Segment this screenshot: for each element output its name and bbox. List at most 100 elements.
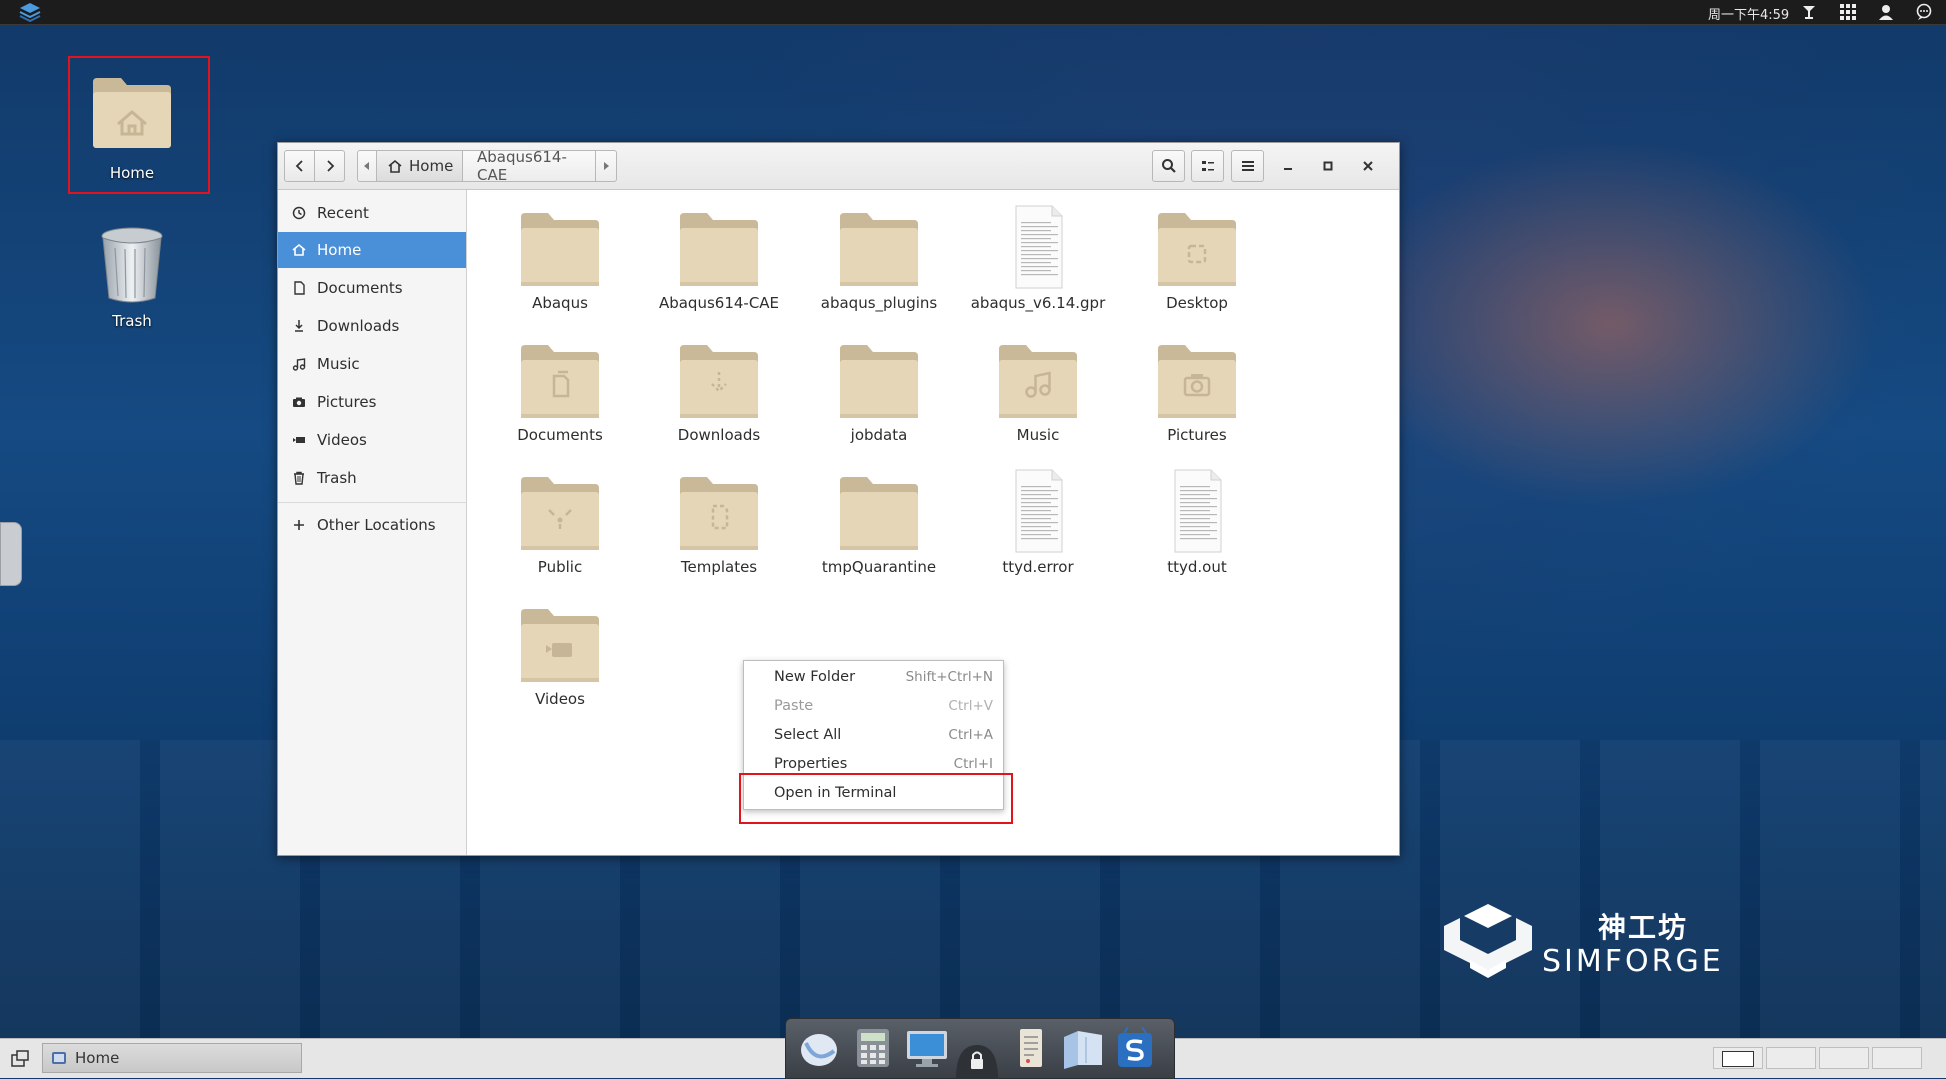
file-name: Abaqus614-CAE	[658, 294, 780, 312]
sidebar-item-label: Documents	[317, 279, 403, 297]
menu-item-shortcut: Ctrl+V	[948, 698, 993, 714]
sidebar-item-home[interactable]: Home	[278, 232, 466, 268]
menu-item-shortcut: Ctrl+I	[953, 756, 993, 772]
places-sidebar: Recent Home Documents Downloads Music Pi…	[278, 190, 467, 855]
file-name: jobdata	[850, 426, 908, 444]
browser-icon[interactable]	[796, 1025, 842, 1071]
folder-item-tmpquarantine[interactable]: tmpQuarantine	[804, 466, 954, 576]
chevron-left-icon	[295, 160, 303, 172]
clock[interactable]: 周一下午4:59	[1708, 4, 1789, 23]
workspace-3[interactable]	[1819, 1047, 1869, 1069]
monitor-icon[interactable]	[904, 1025, 950, 1071]
file-name: Music	[1016, 426, 1060, 444]
menu-item-label: Paste	[774, 698, 814, 714]
chat-icon[interactable]	[1915, 3, 1933, 21]
sidebar-item-videos[interactable]: Videos	[278, 422, 466, 458]
path-label: Home	[409, 157, 454, 175]
document-icon	[294, 281, 305, 295]
trash-bin-icon	[101, 227, 163, 303]
path-button-home[interactable]: Home	[376, 150, 463, 182]
folder-item-templates[interactable]: Templates	[644, 466, 794, 576]
back-button[interactable]	[284, 150, 315, 182]
folder-item-abaqus-plugins[interactable]: abaqus_plugins	[804, 202, 954, 312]
desktop-icon-trash[interactable]: Trash	[72, 224, 192, 330]
files-icon[interactable]	[1060, 1025, 1106, 1071]
menu-item-new-folder[interactable]: New Folder Shift+Ctrl+N	[744, 663, 1003, 692]
file-name: Downloads	[677, 426, 761, 444]
folder-item-abaqus[interactable]: Abaqus	[485, 202, 635, 312]
folder-item-videos[interactable]: Videos	[485, 598, 635, 708]
folder-item-music[interactable]: Music	[963, 334, 1113, 444]
folder-item-abaqus614-cae[interactable]: Abaqus614-CAE	[644, 202, 794, 312]
sidebar-item-label: Other Locations	[317, 516, 436, 534]
file-name: ttyd.out	[1167, 558, 1227, 576]
sidebar-item-downloads[interactable]: Downloads	[278, 308, 466, 344]
view-toggle-button[interactable]	[1191, 150, 1224, 182]
folder-item-public[interactable]: Public	[485, 466, 635, 576]
show-desktop-icon[interactable]	[10, 1049, 30, 1069]
path-button-abaqus614-cae[interactable]: Abaqus614-CAE	[462, 148, 596, 184]
search-button[interactable]	[1152, 150, 1185, 182]
menu-icon	[1241, 161, 1254, 171]
file-item-ttyd-error[interactable]: ttyd.error	[963, 466, 1113, 576]
file-name: Templates	[680, 558, 758, 576]
trash-icon	[294, 471, 304, 485]
calculator-icon[interactable]	[850, 1025, 896, 1071]
menu-button[interactable]	[1231, 150, 1264, 182]
file-name: Public	[537, 558, 583, 576]
text-file-icon	[1015, 205, 1063, 289]
workspace-2[interactable]	[1766, 1047, 1816, 1069]
folder-item-pictures[interactable]: Pictures	[1122, 334, 1272, 444]
apps-grid-icon[interactable]	[1839, 3, 1857, 21]
sidebar-item-pictures[interactable]: Pictures	[278, 384, 466, 420]
view-toggle-icon	[1201, 161, 1214, 171]
file-name: abaqus_plugins	[820, 294, 938, 312]
side-panel-handle[interactable]	[0, 522, 22, 586]
lock-icon[interactable]	[954, 1033, 1000, 1079]
forward-button[interactable]	[314, 150, 345, 182]
folder-icon	[521, 213, 599, 286]
folder-icon	[521, 609, 599, 682]
app-logo-icon[interactable]	[18, 2, 42, 22]
file-name: Desktop	[1166, 294, 1228, 312]
sidebar-item-recent[interactable]: Recent	[278, 195, 466, 231]
workspace-1[interactable]	[1713, 1047, 1763, 1069]
folder-item-documents[interactable]: Documents	[485, 334, 635, 444]
folder-icon	[840, 345, 918, 418]
chevron-right-icon	[326, 160, 334, 172]
workspace-4[interactable]	[1872, 1047, 1922, 1069]
sidebar-item-other-locations[interactable]: Other Locations	[278, 507, 466, 543]
folder-item-desktop[interactable]: Desktop	[1122, 202, 1272, 312]
sidebar-item-trash[interactable]: Trash	[278, 460, 466, 496]
path-scroll-right[interactable]	[595, 150, 617, 182]
menu-item-label: Select All	[774, 727, 842, 743]
search-icon	[1161, 159, 1176, 173]
menu-item-select-all[interactable]: Select All Ctrl+A	[744, 721, 1003, 750]
sidebar-item-documents[interactable]: Documents	[278, 270, 466, 306]
menu-item-label: New Folder	[774, 669, 856, 685]
sidebar-item-label: Music	[317, 355, 360, 373]
file-item-abaqus-v6-14-gpr[interactable]: abaqus_v6.14.gpr	[963, 202, 1113, 312]
minimize-button[interactable]	[1278, 156, 1298, 176]
simforge-logo-icon	[1444, 904, 1532, 978]
notes-icon[interactable]	[1008, 1025, 1054, 1071]
home-icon	[388, 159, 402, 173]
taskbar-window-home[interactable]: Home	[42, 1043, 302, 1073]
menu-item-shortcut: Ctrl+A	[948, 727, 993, 743]
menu-item-paste[interactable]: Paste Ctrl+V	[744, 692, 1003, 721]
simforge-icon[interactable]	[1112, 1025, 1158, 1071]
minimize-icon	[1284, 168, 1292, 170]
path-scroll-left[interactable]	[357, 150, 377, 182]
network-icon[interactable]	[1800, 3, 1818, 21]
sidebar-item-music[interactable]: Music	[278, 346, 466, 382]
menu-item-label: Properties	[774, 756, 848, 772]
file-item-ttyd-out[interactable]: ttyd.out	[1122, 466, 1272, 576]
close-button[interactable]	[1358, 156, 1378, 176]
sidebar-divider	[278, 502, 466, 503]
arrow-right-icon	[604, 162, 609, 170]
folder-item-downloads[interactable]: Downloads	[644, 334, 794, 444]
folder-item-jobdata[interactable]: jobdata	[804, 334, 954, 444]
folder-icon	[1158, 345, 1236, 418]
user-icon[interactable]	[1877, 3, 1895, 21]
maximize-button[interactable]	[1318, 156, 1338, 176]
